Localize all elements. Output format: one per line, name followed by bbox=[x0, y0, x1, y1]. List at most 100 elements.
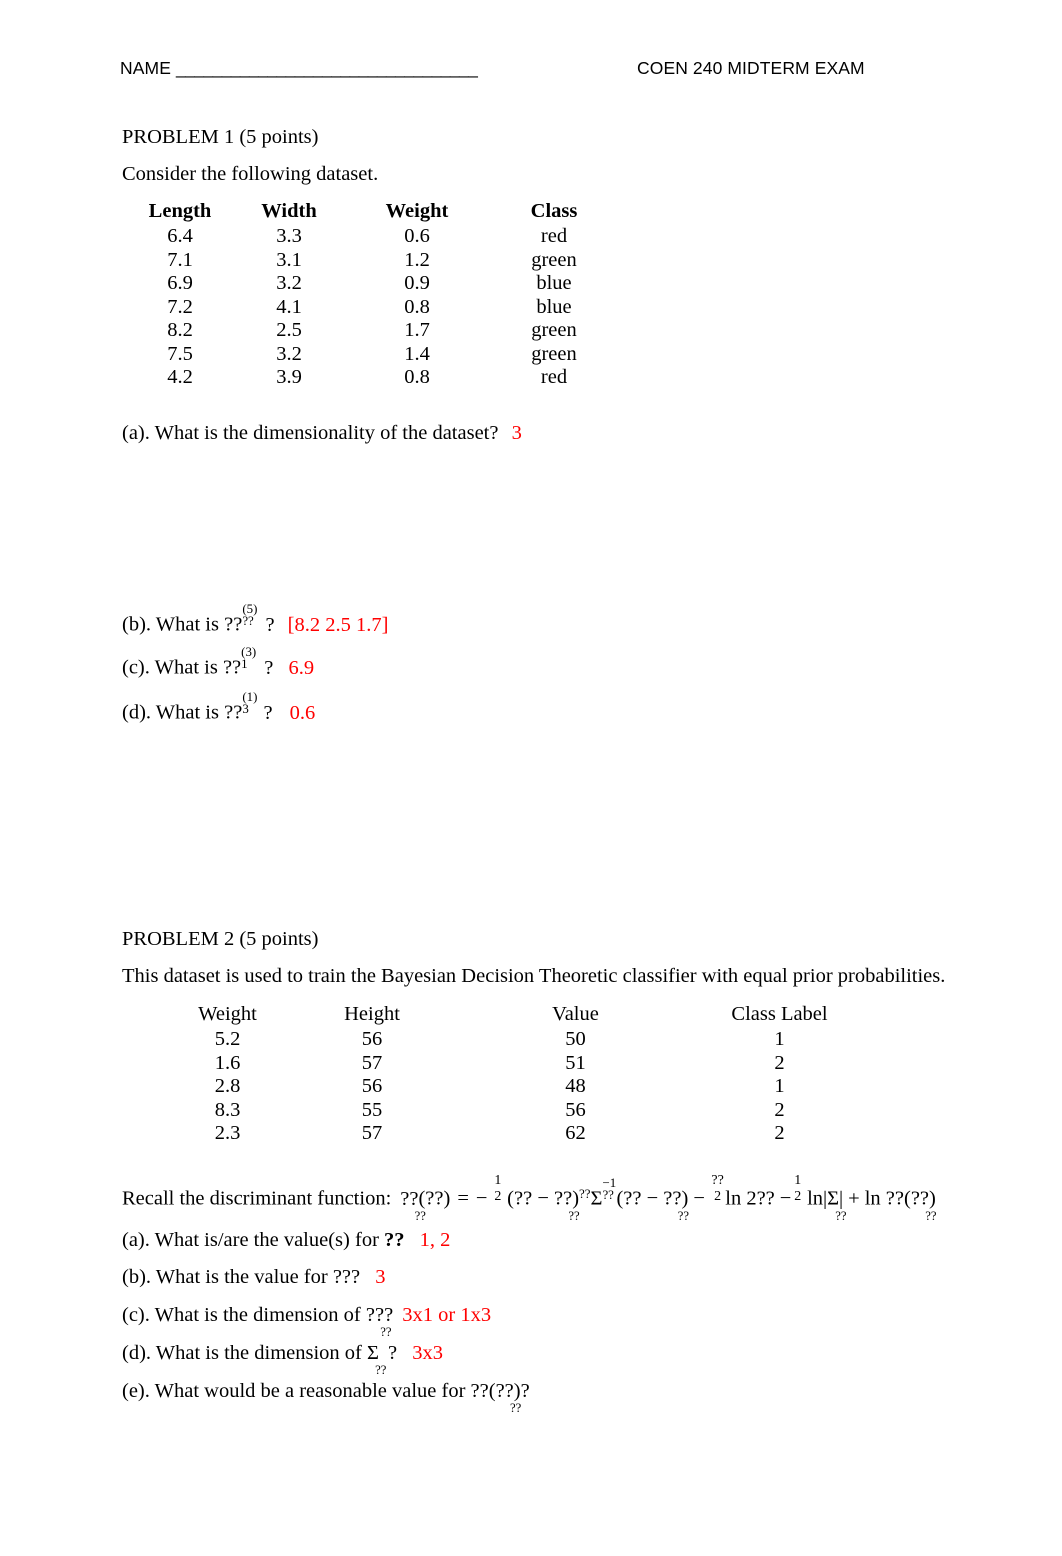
cell-class: red bbox=[540, 366, 568, 388]
p2-question-b-answer: 3 bbox=[375, 1266, 386, 1288]
formula-transpose: ?? bbox=[579, 1185, 591, 1201]
cell-weight: 1.4 bbox=[404, 342, 430, 365]
question-c-variable: ?? (3) 1 bbox=[222, 643, 257, 679]
problem-2-intro: This dataset is used to train the Bayesi… bbox=[122, 965, 946, 987]
cell-value: 48 bbox=[565, 1075, 586, 1097]
discriminant-function-line: Recall the discriminant function:???? (??… bbox=[122, 1172, 937, 1223]
problem-1-question-c: (c). What is ?? (3) 1 ? 6.9 bbox=[122, 643, 315, 679]
formula-g-argument: (??) bbox=[418, 1187, 451, 1210]
name-field-line: NAME _________________________________ bbox=[120, 58, 478, 79]
problem-2-question-e: (e). What would be a reasonable value fo… bbox=[122, 1380, 538, 1416]
column-header-class: Class bbox=[530, 199, 578, 222]
cell-length: 7.1 bbox=[167, 248, 193, 271]
table-header-row: Length Width Weight Class bbox=[132, 199, 624, 225]
p2-question-a-answer: 1, 2 bbox=[419, 1229, 451, 1251]
cell-length: 8.2 bbox=[167, 319, 193, 341]
table-row: 6.4 3.3 0.6 red bbox=[132, 225, 624, 249]
p2-question-b-variable: ?? bbox=[332, 1266, 352, 1288]
formula-ln-prior-open: ln ??(?? bbox=[864, 1187, 930, 1210]
table-header-row: Weight Height Value Class Label bbox=[185, 1002, 882, 1028]
table-row: 7.5 3.2 1.4 green bbox=[132, 342, 624, 366]
cell-length: 4.2 bbox=[167, 366, 193, 388]
table-row: 2.8 56 48 1 bbox=[185, 1075, 882, 1099]
dataset-table-2: Weight Height Value Class Label 5.2 56 5… bbox=[185, 1002, 882, 1145]
cell-class: green bbox=[531, 248, 577, 271]
problem-2-question-a: (a). What is/are the value(s) for ?? 1, … bbox=[122, 1230, 450, 1251]
problem-2-question-b: (b). What is the value for ??? 3 bbox=[122, 1267, 386, 1288]
cell-weight: 8.3 bbox=[214, 1098, 241, 1121]
cell-weight: 0.6 bbox=[404, 225, 430, 247]
table-row: 4.2 3.9 0.8 red bbox=[132, 366, 624, 390]
question-b-suffix: ? bbox=[265, 613, 275, 636]
formula-g-symbol: ???? bbox=[400, 1187, 426, 1223]
cell-class: green bbox=[531, 319, 577, 341]
formula-ln-det-close: | bbox=[839, 1187, 844, 1210]
exam-title: COEN 240 MIDTERM EXAM bbox=[637, 58, 865, 78]
column-header-width: Width bbox=[261, 199, 317, 222]
p2-question-e-text: (e). What would be a reasonable value fo… bbox=[122, 1380, 466, 1402]
table-row: 2.3 57 62 2 bbox=[185, 1122, 882, 1146]
table-row: 7.1 3.1 1.2 green bbox=[132, 248, 624, 272]
table-row: 8.3 55 56 2 bbox=[185, 1098, 882, 1122]
formula-plus: + bbox=[848, 1187, 860, 1210]
cell-length: 7.2 bbox=[167, 295, 193, 318]
column-header-height: Height bbox=[344, 1002, 400, 1025]
problem-2-question-d: (d). What is the dimension of Σ??? 3x3 bbox=[122, 1342, 443, 1377]
cell-weight: 0.9 bbox=[404, 272, 430, 294]
column-header-length: Length bbox=[148, 199, 212, 222]
p2-question-d-text: (d). What is the dimension of bbox=[122, 1342, 362, 1364]
question-b-text: (b). What is bbox=[122, 613, 219, 636]
cell-width: 3.9 bbox=[276, 366, 302, 388]
table-row: 7.2 4.1 0.8 blue bbox=[132, 295, 624, 319]
cell-length: 7.5 bbox=[167, 342, 193, 365]
p2-question-e-variable: ??(???? bbox=[470, 1380, 522, 1416]
formula-one-half-2: 12 bbox=[794, 1172, 802, 1205]
formula-sigma-symbol: Σ bbox=[590, 1187, 603, 1210]
column-header-weight: Weight bbox=[198, 1002, 257, 1025]
cell-value: 62 bbox=[565, 1122, 586, 1144]
cell-class-label: 2 bbox=[774, 1051, 785, 1074]
question-b-variable: ?? (5)?? bbox=[224, 600, 258, 636]
cell-class-label: 2 bbox=[774, 1098, 785, 1121]
cell-width: 3.1 bbox=[276, 248, 302, 271]
formula-ln-prior-close: ) bbox=[929, 1187, 936, 1210]
cell-width: 2.5 bbox=[276, 319, 302, 341]
problem-1-question-b: (b). What is ?? (5)?? ? [8.2 2.5 1.7] bbox=[122, 600, 388, 636]
cell-length: 6.4 bbox=[167, 225, 193, 247]
cell-width: 3.3 bbox=[276, 225, 302, 247]
table-row: 1.6 57 51 2 bbox=[185, 1051, 882, 1075]
formula-minus-3: − bbox=[779, 1187, 792, 1210]
problem-2-question-c: (c). What is the dimension of ????? 3x1 … bbox=[122, 1304, 491, 1339]
cell-weight: 1.2 bbox=[404, 248, 430, 271]
cell-weight: 1.7 bbox=[404, 319, 430, 341]
cell-height: 55 bbox=[361, 1098, 383, 1121]
p2-question-d-suffix: ? bbox=[387, 1342, 398, 1364]
formula-label: Recall the discriminant function: bbox=[122, 1187, 392, 1210]
exam-page: NAME _________________________________ C… bbox=[0, 0, 1062, 1556]
page-header: NAME _________________________________ C… bbox=[0, 58, 1062, 88]
question-d-answer: 0.6 bbox=[289, 701, 316, 724]
question-a-answer: 3 bbox=[511, 422, 522, 444]
formula-d-over-two: ?? 2 bbox=[711, 1172, 724, 1205]
formula-term2-open: (?? − ?? bbox=[616, 1187, 682, 1210]
cell-weight: 0.8 bbox=[404, 295, 430, 318]
dataset-table-1: Length Width Weight Class 6.4 3.3 0.6 re… bbox=[132, 199, 624, 389]
cell-class: blue bbox=[536, 295, 572, 318]
question-c-answer: 6.9 bbox=[288, 656, 315, 679]
column-header-weight: Weight bbox=[385, 199, 449, 222]
p2-question-d-answer: 3x3 bbox=[412, 1342, 443, 1364]
cell-weight: 2.3 bbox=[214, 1122, 241, 1144]
p2-question-e-suffix: )? bbox=[513, 1380, 530, 1402]
problem-1-heading: PROBLEM 1 (5 points) bbox=[122, 126, 319, 148]
p2-question-c-suffix: ? bbox=[384, 1304, 394, 1326]
question-d-text: (d). What is bbox=[122, 701, 219, 724]
question-a-text: (a). What is the dimensionality of the d… bbox=[122, 422, 499, 444]
cell-class: blue bbox=[536, 272, 572, 294]
cell-weight: 2.8 bbox=[214, 1075, 241, 1097]
formula-one-half-1: 12 bbox=[494, 1172, 502, 1205]
cell-width: 3.2 bbox=[276, 272, 302, 294]
table-row: 5.2 56 50 1 bbox=[185, 1028, 882, 1052]
formula-equals: = bbox=[457, 1187, 469, 1210]
cell-weight: 5.2 bbox=[214, 1028, 241, 1050]
cell-length: 6.9 bbox=[167, 272, 193, 294]
